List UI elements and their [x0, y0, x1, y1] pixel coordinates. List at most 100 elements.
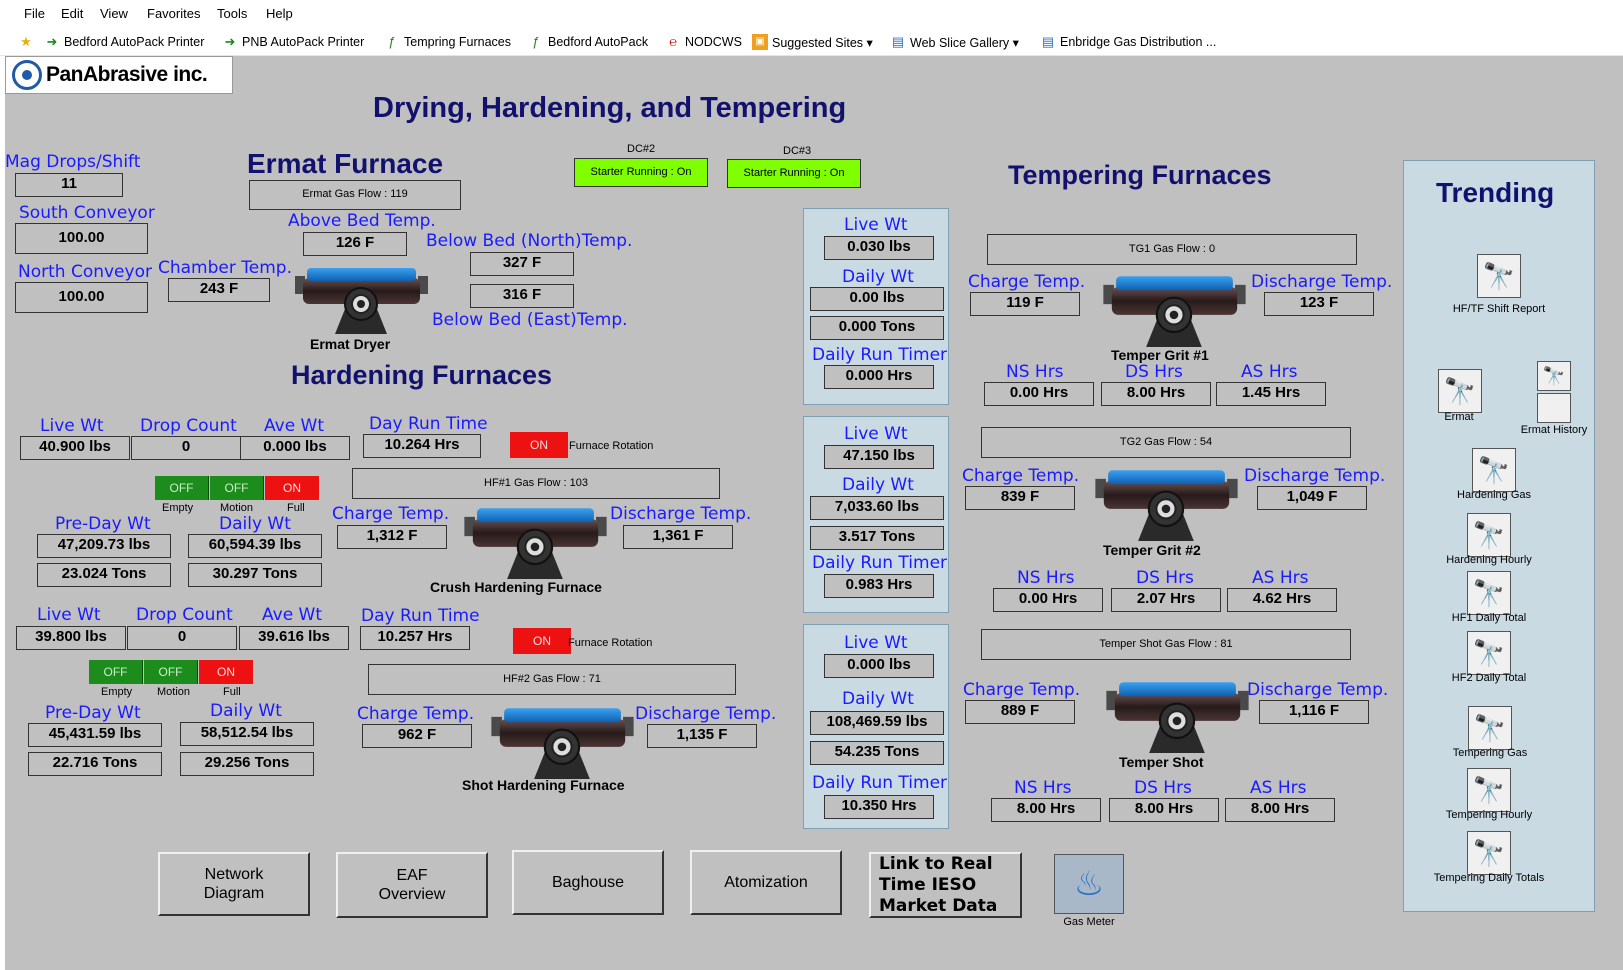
below-bed-north-label: Below Bed (North)Temp.: [426, 231, 633, 251]
hf1-motion-label: Motion: [220, 502, 254, 514]
temper-grit-1-icon: [1103, 272, 1246, 347]
temper-shot-icon: [1106, 678, 1249, 753]
hf1-daily-lbs: 60,594.39 lbs: [188, 534, 322, 558]
fav-bedford-autopack[interactable]: ƒ Bedford AutoPack: [528, 32, 648, 52]
south-conveyor-value: 100.00: [15, 223, 148, 254]
eaf-overview-button[interactable]: EAF Overview: [336, 852, 488, 918]
ieso-market-data-button[interactable]: Link to Real Time IESO Market Data: [869, 852, 1022, 918]
tempering-title: Tempering Furnaces: [1008, 160, 1272, 190]
ermat-history-binoculars-icon[interactable]: 🔭: [1537, 361, 1571, 391]
logo-circle-icon: [12, 60, 42, 90]
favorites-bar: ★ ➜ Bedford AutoPack Printer ➜ PNB AutoPac…: [0, 28, 1623, 56]
scale-panel-3: Live Wt 0.000 lbs Daily Wt 108,469.59 lb…: [803, 624, 949, 829]
hf1-daily-total-binoculars-icon[interactable]: 🔭: [1467, 571, 1511, 615]
hf2-daily-total-binoculars-icon[interactable]: 🔭: [1467, 631, 1511, 675]
hf2-drop-count-value: 0: [127, 626, 237, 650]
ts-discharge-value: 1,116 F: [1259, 700, 1369, 724]
dc2-label: DC#2: [627, 143, 656, 155]
fav-suggested-sites[interactable]: ▣ Suggested Sites ▾: [752, 32, 873, 52]
green-arrow-icon: ➜: [46, 34, 58, 49]
hf1-charge-label: Charge Temp.: [332, 504, 450, 524]
ts-discharge-label: Discharge Temp.: [1247, 680, 1389, 700]
fav-tempring-furnaces[interactable]: ƒ Tempring Furnaces: [384, 32, 511, 52]
tg2-name: Temper Grit #2: [1103, 542, 1201, 558]
hf2-pre-day-lbs: 45,431.59 lbs: [28, 723, 162, 747]
fav-web-slice-gallery[interactable]: ▤ Web Slice Gallery ▾: [890, 32, 1019, 52]
dc3-status: Starter Running : On: [727, 159, 861, 188]
atomization-button[interactable]: Atomization: [690, 850, 842, 915]
hardening-hourly-binoculars-icon[interactable]: 🔭: [1467, 513, 1511, 557]
hf1-day-run-label: Day Run Time: [369, 414, 488, 434]
hf2-live-wt-label: Live Wt: [37, 605, 101, 625]
hf2-rotation-label: Furnace Rotation: [568, 637, 653, 649]
tempering-daily-totals-binoculars-icon[interactable]: 🔭: [1467, 831, 1511, 875]
baghouse-button[interactable]: Baghouse: [512, 850, 664, 915]
ts-name: Temper Shot: [1119, 754, 1204, 770]
above-bed-temp-label: Above Bed Temp.: [288, 211, 436, 231]
ermat-binoculars-icon[interactable]: 🔭: [1438, 369, 1482, 413]
fav-nodcws[interactable]: ℮ NODCWS: [665, 32, 742, 52]
tg1-gas-flow: TG1 Gas Flow : 0: [987, 234, 1357, 265]
tg2-as-label: AS Hrs: [1252, 568, 1309, 588]
green-link-icon: ƒ: [388, 34, 396, 49]
fav-pnb-autopack-printer[interactable]: ➜ PNB AutoPack Printer: [222, 32, 365, 52]
scale1-daily-run-label: Daily Run Timer: [812, 345, 948, 365]
menu-favorites[interactable]: Favorites: [147, 6, 200, 21]
tempering-hourly-binoculars-icon[interactable]: 🔭: [1467, 768, 1511, 812]
hardening-gas-binoculars-icon[interactable]: 🔭: [1472, 448, 1516, 492]
tg1-discharge-label: Discharge Temp.: [1251, 272, 1393, 292]
trending-title: Trending: [1436, 177, 1555, 208]
menu-tools[interactable]: Tools: [217, 6, 247, 21]
below-bed-east-value: 316 F: [470, 284, 574, 308]
menu-file[interactable]: File: [24, 6, 45, 21]
hf1-empty-indicator: OFF: [155, 476, 209, 500]
mag-drops-value: 11: [15, 173, 123, 197]
hf1-drop-count-label: Drop Count: [140, 416, 237, 436]
gas-meter-label: Gas Meter: [1063, 916, 1115, 928]
hf2-discharge-value: 1,135 F: [647, 724, 757, 748]
scale3-daily-run-label: Daily Run Timer: [812, 773, 948, 793]
hf2-daily-total-label: HF2 Daily Total: [1451, 672, 1527, 684]
green-link-icon: ƒ: [532, 34, 540, 49]
hf1-ave-wt-value: 0.000 lbs: [240, 436, 350, 460]
tempering-gas-binoculars-icon[interactable]: 🔭: [1468, 706, 1512, 750]
scale-panel-2: Live Wt 47.150 lbs Daily Wt 7,033.60 lbs…: [803, 416, 949, 613]
scale2-daily-run-value: 0.983 Hrs: [824, 574, 934, 598]
hf2-motion-label: Motion: [157, 686, 191, 698]
scale1-live-wt-value: 0.030 lbs: [824, 236, 934, 260]
scale2-live-wt-value: 47.150 lbs: [824, 445, 934, 469]
hftf-shift-report-binoculars-icon[interactable]: 🔭: [1477, 254, 1521, 298]
scale3-daily-wt-label: Daily Wt: [842, 689, 914, 709]
tg2-charge-value: 839 F: [965, 486, 1075, 510]
scale-panel-1: Live Wt 0.030 lbs Daily Wt 0.00 lbs 0.00…: [803, 208, 949, 405]
hardening-title: Hardening Furnaces: [291, 360, 553, 390]
hf1-pre-day-lbs: 47,209.73 lbs: [37, 534, 171, 558]
hf2-full-label: Full: [223, 686, 241, 698]
ts-as-label: AS Hrs: [1250, 778, 1307, 798]
ts-charge-value: 889 F: [965, 700, 1075, 724]
scale2-live-wt-label: Live Wt: [844, 424, 908, 444]
hf2-daily-lbs: 58,512.54 lbs: [180, 722, 314, 746]
ts-ds-value: 8.00 Hrs: [1109, 798, 1219, 822]
menu-edit[interactable]: Edit: [61, 6, 83, 21]
scale2-tons-value: 3.517 Tons: [810, 526, 944, 550]
hf1-full-indicator: ON: [265, 476, 319, 500]
network-diagram-button[interactable]: Network Diagram: [158, 852, 310, 916]
ermat-history-button[interactable]: [1537, 393, 1571, 423]
tg1-discharge-value: 123 F: [1264, 292, 1374, 316]
mag-drops-label: Mag Drops/Shift: [5, 152, 141, 172]
north-conveyor-label: North Conveyor: [18, 262, 152, 282]
menu-view[interactable]: View: [100, 6, 128, 21]
hf2-rotation-indicator: ON: [513, 628, 571, 654]
ermat-history-label: Ermat History: [1520, 424, 1588, 436]
ts-charge-label: Charge Temp.: [963, 680, 1081, 700]
fav-bedford-autopack-printer[interactable]: ➜ Bedford AutoPack Printer: [44, 32, 205, 52]
scale2-daily-wt-value: 7,033.60 lbs: [810, 496, 944, 520]
ts-gas-flow: Temper Shot Gas Flow : 81: [981, 629, 1351, 660]
tg1-ds-value: 8.00 Hrs: [1101, 382, 1211, 406]
gas-meter-flame-icon[interactable]: ♨: [1054, 854, 1124, 914]
fav-enbridge-gas[interactable]: ▤ Enbridge Gas Distribution ...: [1040, 32, 1216, 52]
favorites-star-icon[interactable]: ★: [18, 32, 38, 52]
ermat-dryer-label: Ermat Dryer: [310, 336, 391, 352]
menu-help[interactable]: Help: [266, 6, 293, 21]
